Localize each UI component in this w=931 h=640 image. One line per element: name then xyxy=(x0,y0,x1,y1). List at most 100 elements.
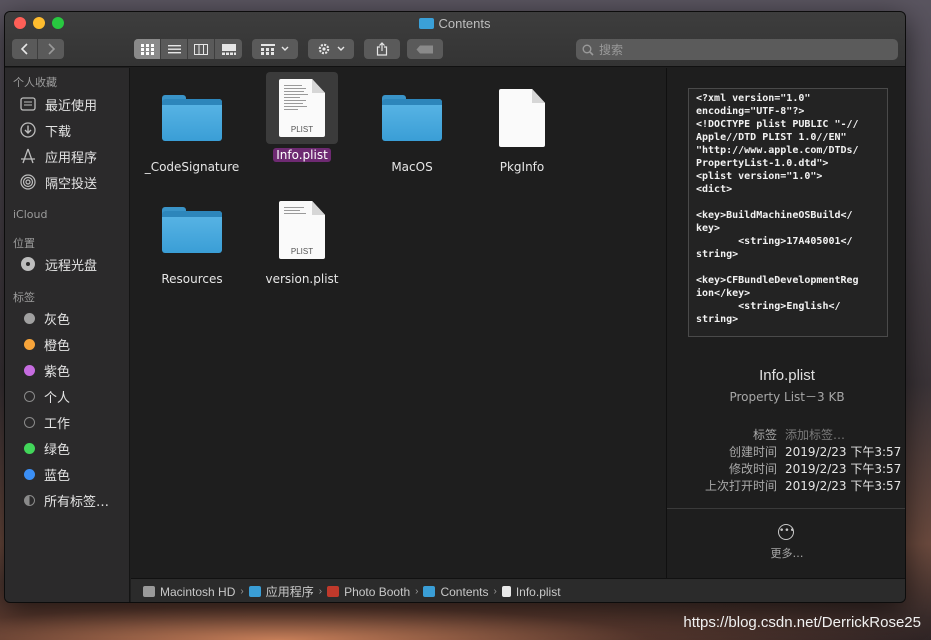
document-icon xyxy=(501,586,511,597)
sidebar-item-remote-disc[interactable]: 远程光盘 xyxy=(19,254,97,274)
sidebar-section-icloud: iCloud xyxy=(13,208,48,221)
chevron-right-icon: › xyxy=(415,586,419,597)
gallery-view-button[interactable] xyxy=(215,39,242,59)
tag-color-dot xyxy=(24,364,35,376)
path-bar: Macintosh HD › 应用程序 › Photo Booth › Cont… xyxy=(131,578,905,602)
file-content-preview[interactable]: <?xml version="1.0" encoding="UTF-8"?> <… xyxy=(688,88,888,337)
plist-document-icon: PLIST xyxy=(279,79,325,137)
path-item-macintosh-hd[interactable]: Macintosh HD xyxy=(143,585,235,599)
icon-view-button[interactable] xyxy=(134,39,161,59)
group-by-button[interactable] xyxy=(252,39,298,59)
chevron-down-icon xyxy=(337,46,345,51)
grid-view-icon xyxy=(140,43,154,55)
toolbar: Contents 搜索 xyxy=(5,12,905,67)
chevron-right-icon: › xyxy=(240,586,244,597)
sidebar-tag-blue[interactable]: 蓝色 xyxy=(19,464,70,484)
sidebar-tag-gray[interactable]: 灰色 xyxy=(19,308,70,328)
sidebar-item-applications[interactable]: 应用程序 xyxy=(19,146,97,166)
tag-icon xyxy=(416,45,433,53)
file-item-macos[interactable]: MacOS xyxy=(357,82,467,175)
file-type-label: PLIST xyxy=(290,247,314,256)
gear-icon xyxy=(318,43,330,55)
search-field[interactable]: 搜索 xyxy=(576,39,898,60)
photo-booth-icon xyxy=(327,586,340,597)
file-name: version.plist xyxy=(265,272,339,286)
list-view-icon xyxy=(167,44,181,53)
file-item-resources[interactable]: Resources xyxy=(137,194,247,287)
chevron-down-icon xyxy=(281,46,289,51)
sidebar-item-label: 最近使用 xyxy=(45,98,98,114)
add-tags-field[interactable]: 添加标签… xyxy=(785,426,845,443)
applications-icon xyxy=(19,147,37,165)
path-item-label: Macintosh HD xyxy=(160,584,236,599)
disc-icon xyxy=(19,255,37,273)
sidebar-item-label: 个人 xyxy=(44,390,71,406)
sidebar-item-recents[interactable]: 最近使用 xyxy=(19,94,97,114)
folder-icon xyxy=(419,18,435,29)
list-view-button[interactable] xyxy=(161,39,188,59)
sidebar-tag-purple[interactable]: 紫色 xyxy=(19,360,70,380)
sidebar-item-downloads[interactable]: 下载 xyxy=(19,120,71,140)
sidebar-item-label: 下载 xyxy=(45,124,72,140)
navigation-buttons xyxy=(12,39,64,59)
folder-icon xyxy=(382,95,442,141)
sidebar-item-label: 应用程序 xyxy=(45,150,98,166)
sidebar-tag-orange[interactable]: 橙色 xyxy=(19,334,70,354)
sidebar-item-label: 隔空投送 xyxy=(45,176,98,192)
watermark-text: https://blog.csdn.net/DerrickRose25 xyxy=(683,614,921,631)
disk-icon xyxy=(143,586,155,597)
path-item-applications[interactable]: 应用程序 xyxy=(248,583,314,600)
forward-button[interactable] xyxy=(38,39,64,59)
sidebar-item-label: 绿色 xyxy=(44,442,71,458)
view-mode-segmented-control xyxy=(134,39,242,59)
applications-folder-icon xyxy=(248,586,261,597)
path-item-contents[interactable]: Contents xyxy=(423,585,489,599)
meta-key: 标签 xyxy=(752,428,777,442)
folder-icon xyxy=(162,207,222,253)
file-item-version-plist[interactable]: PLIST version.plist xyxy=(247,194,357,287)
search-icon xyxy=(582,44,594,56)
sidebar-item-label: 紫色 xyxy=(44,364,71,380)
sidebar-item-label: 工作 xyxy=(44,416,71,432)
divider xyxy=(667,508,905,509)
file-name: Resources xyxy=(161,272,223,286)
sidebar-tag-work[interactable]: 工作 xyxy=(19,412,70,432)
sidebar-tag-all[interactable]: 所有标签… xyxy=(19,490,109,510)
tags-button[interactable] xyxy=(407,39,443,59)
search-placeholder: 搜索 xyxy=(599,43,624,57)
chevron-right-icon xyxy=(48,43,56,55)
file-item-pkginfo[interactable]: PkgInfo xyxy=(467,82,577,175)
tag-color-dot xyxy=(24,442,35,454)
back-button[interactable] xyxy=(12,39,38,59)
sidebar-tag-green[interactable]: 绿色 xyxy=(19,438,70,458)
path-item-photo-booth[interactable]: Photo Booth xyxy=(327,585,410,599)
sidebar-section-tags: 标签 xyxy=(13,291,35,304)
more-button[interactable]: 更多… xyxy=(667,545,905,561)
file-name: Info.plist xyxy=(273,148,331,162)
folder-icon xyxy=(162,95,222,141)
tag-color-dot xyxy=(24,468,35,480)
sidebar: 个人收藏 最近使用 下载 应用程序 隔空投送 iCloud 位置 远程光盘 标签… xyxy=(5,68,130,602)
meta-key: 创建时间 xyxy=(728,445,777,459)
sidebar-tag-personal[interactable]: 个人 xyxy=(19,386,70,406)
path-item-info-plist[interactable]: Info.plist xyxy=(501,584,561,599)
file-item-info-plist[interactable]: PLIST Info.plist xyxy=(247,72,357,163)
meta-row-created: 创建时间 2019/2/23 下午3:57 xyxy=(667,443,905,459)
file-name: _CodeSignature xyxy=(144,160,240,174)
path-item-label: Info.plist xyxy=(515,584,561,599)
sidebar-item-airdrop[interactable]: 隔空投送 xyxy=(19,172,97,192)
sidebar-item-label: 蓝色 xyxy=(44,468,71,484)
window-title-text: Contents xyxy=(438,16,491,31)
preview-file-kind: Property List－3 KB xyxy=(729,390,845,404)
column-view-button[interactable] xyxy=(188,39,215,59)
chevron-right-icon: › xyxy=(493,586,497,597)
share-button[interactable] xyxy=(364,39,400,59)
folder-icon xyxy=(423,586,436,597)
airdrop-icon xyxy=(19,173,37,191)
all-tags-icon xyxy=(24,494,35,506)
meta-row-modified: 修改时间 2019/2/23 下午3:57 xyxy=(667,460,905,476)
action-menu-button[interactable] xyxy=(308,39,354,59)
more-icon[interactable]: ••• xyxy=(778,524,795,540)
sidebar-item-label: 灰色 xyxy=(44,312,71,328)
file-item-codesignature[interactable]: _CodeSignature xyxy=(137,82,247,175)
